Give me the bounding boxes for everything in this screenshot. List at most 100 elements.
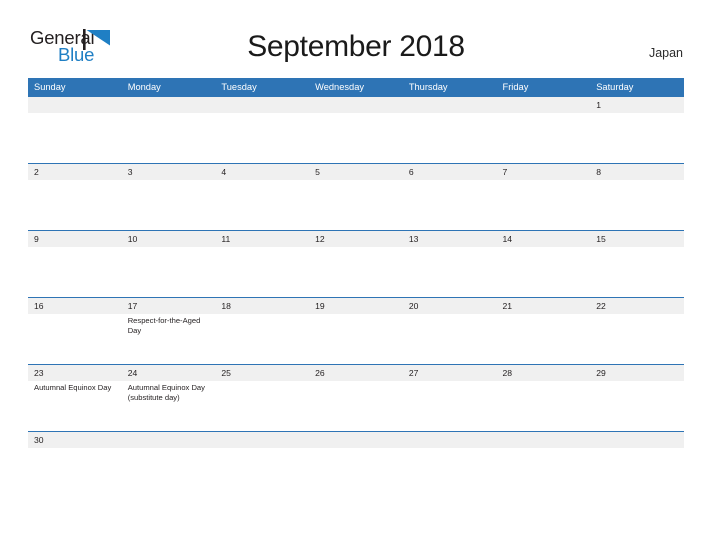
day-cell-row: 9 10 11 12 13 14 15 xyxy=(28,231,684,297)
day-number: 22 xyxy=(596,301,606,311)
day-cell-empty xyxy=(28,97,122,163)
holiday-event: Autumnal Equinox Day (substitute day) xyxy=(127,383,205,402)
day-cell-empty xyxy=(122,432,216,467)
day-number: 11 xyxy=(221,234,231,244)
day-number: 5 xyxy=(315,167,320,177)
day-number: 20 xyxy=(408,301,419,311)
calendar-week-row: 2 3 4 5 6 7 8 xyxy=(28,163,684,230)
day-cell-22[interactable]: 22 xyxy=(590,298,684,364)
day-cell-empty xyxy=(215,432,309,467)
day-cell-empty xyxy=(309,97,403,163)
day-cell-18[interactable]: 18 xyxy=(215,298,309,364)
day-cell-14[interactable]: 14 xyxy=(497,231,591,297)
day-cell-empty xyxy=(215,97,309,163)
day-number: 14 xyxy=(502,234,513,244)
weekday-header-friday: Friday xyxy=(502,82,529,92)
day-cell-13[interactable]: 13 xyxy=(403,231,497,297)
calendar-week-row: 9 10 11 12 13 14 15 xyxy=(28,230,684,297)
page-header: General Blue September 2018 Japan xyxy=(0,0,712,78)
day-cell-27[interactable]: 27 xyxy=(403,365,497,431)
day-cell-empty xyxy=(403,432,497,467)
day-number: 2 xyxy=(34,167,39,177)
day-cell-8[interactable]: 8 xyxy=(590,164,684,230)
day-number: 17 xyxy=(127,301,138,311)
day-cell-empty xyxy=(403,97,497,163)
weekday-header-row: Sunday Monday Tuesday Wednesday Thursday Frid… xyxy=(28,78,684,96)
day-number: 3 xyxy=(127,167,133,177)
day-cell-19[interactable]: 19 xyxy=(309,298,403,364)
day-number: 15 xyxy=(596,234,606,244)
day-cell-2[interactable]: 2 xyxy=(28,164,122,230)
day-cell-21[interactable]: 21 xyxy=(497,298,591,364)
day-cell-empty xyxy=(122,97,216,163)
day-cell-7[interactable]: 7 xyxy=(497,164,591,230)
day-cell-row: 1 xyxy=(28,97,684,163)
event-list: Autumnal Equinox Day (substitute day) xyxy=(128,381,213,402)
calendar-week-row: 23 Autumnal Equinox Day 24 Autumnal Equinox… xyxy=(28,364,684,431)
day-number: 26 xyxy=(315,368,325,378)
day-cell-10[interactable]: 10 xyxy=(122,231,216,297)
day-cell-15[interactable]: 15 xyxy=(590,231,684,297)
day-cell-row: 23 Autumnal Equinox Day 24 Autumnal Equinox… xyxy=(28,365,684,431)
day-number: 7 xyxy=(502,167,508,177)
day-number: 16 xyxy=(34,301,44,311)
day-cell-23[interactable]: 23 Autumnal Equinox Day xyxy=(28,365,122,431)
day-number: 13 xyxy=(408,234,419,244)
day-cell-11[interactable]: 11 xyxy=(215,231,309,297)
day-cell-row: 2 3 4 5 6 7 8 xyxy=(28,164,684,230)
weekday-header-monday: Monday xyxy=(127,82,161,92)
day-number: 12 xyxy=(315,234,325,244)
day-cell-29[interactable]: 29 xyxy=(590,365,684,431)
day-cell-6[interactable]: 6 xyxy=(403,164,497,230)
day-number: 25 xyxy=(221,368,231,378)
weekday-header-tuesday: Tuesday xyxy=(221,82,257,92)
day-number: 10 xyxy=(127,234,138,244)
day-number: 4 xyxy=(221,167,227,177)
day-cell-3[interactable]: 3 xyxy=(122,164,216,230)
day-cell-28[interactable]: 28 xyxy=(497,365,591,431)
day-cell-empty xyxy=(309,432,403,467)
day-cell-17[interactable]: 17 Respect-for-the-Aged Day xyxy=(122,298,216,364)
day-cell-row: 30 xyxy=(28,432,684,467)
day-cell-row: 16 17 Respect-for-the-Aged Day 18 19 20 21 22 xyxy=(28,298,684,364)
calendar-weeks: 1 2 3 4 5 6 7 8 9 10 11 12 13 14 15 16 17 Respect-for-the… xyxy=(28,96,684,467)
day-number: 9 xyxy=(34,234,39,244)
day-number: 18 xyxy=(221,301,231,311)
calendar-page: General Blue September 2018 Japan Sunday… xyxy=(0,0,712,550)
day-number: 29 xyxy=(596,368,606,378)
holiday-event: Autumnal Equinox Day xyxy=(34,383,112,392)
day-cell-5[interactable]: 5 xyxy=(309,164,403,230)
page-title: September 2018 xyxy=(247,30,465,63)
day-number: 24 xyxy=(127,368,138,378)
day-cell-9[interactable]: 9 xyxy=(28,231,122,297)
day-number: 19 xyxy=(315,301,325,311)
day-cell-1[interactable]: 1 xyxy=(590,97,684,163)
region-label: Japan xyxy=(648,46,683,60)
day-cell-24[interactable]: 24 Autumnal Equinox Day (substitute day) xyxy=(122,365,216,431)
calendar-week-row: 1 xyxy=(28,96,684,163)
day-cell-25[interactable]: 25 xyxy=(215,365,309,431)
day-cell-empty xyxy=(497,432,591,467)
event-list: Autumnal Equinox Day xyxy=(34,381,119,393)
day-cell-16[interactable]: 16 xyxy=(28,298,122,364)
holiday-event: Respect-for-the-Aged Day xyxy=(127,316,201,335)
day-cell-26[interactable]: 26 xyxy=(309,365,403,431)
day-number: 1 xyxy=(596,100,601,110)
day-number: 30 xyxy=(34,435,44,445)
day-number: 21 xyxy=(502,301,513,311)
day-cell-empty xyxy=(497,97,591,163)
day-cell-empty xyxy=(590,432,684,467)
day-cell-20[interactable]: 20 xyxy=(403,298,497,364)
day-number: 28 xyxy=(502,368,513,378)
day-number: 8 xyxy=(596,167,601,177)
weekday-header-wednesday: Wednesday xyxy=(315,82,365,92)
weekday-header-sunday: Sunday xyxy=(34,82,66,92)
day-number: 27 xyxy=(408,368,419,378)
day-cell-12[interactable]: 12 xyxy=(309,231,403,297)
calendar-grid: Sunday Monday Tuesday Wednesday Thursday Frid… xyxy=(28,78,684,467)
day-cell-30[interactable]: 30 xyxy=(28,432,122,467)
calendar-week-row: 30 xyxy=(28,431,684,467)
day-number: 6 xyxy=(408,167,414,177)
day-number: 23 xyxy=(34,368,44,378)
day-cell-4[interactable]: 4 xyxy=(215,164,309,230)
